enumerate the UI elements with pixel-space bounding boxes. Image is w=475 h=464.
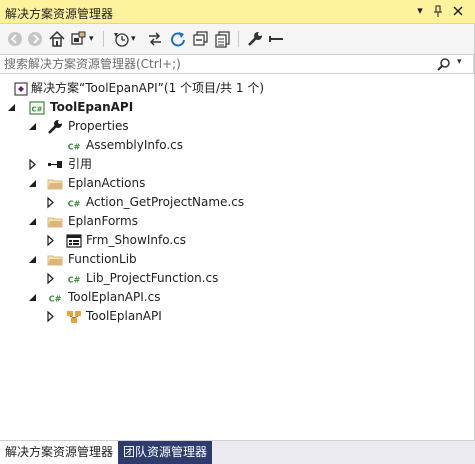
tree-item-label: EplanForms: [68, 214, 138, 228]
collapsed-arrow-icon[interactable]: [46, 269, 56, 288]
csharp-file-icon: C#: [66, 195, 82, 211]
svg-text:C#: C#: [68, 200, 81, 209]
svg-text:C#: C#: [31, 106, 42, 114]
tree-item-label: ToolEplanAPI.cs: [68, 290, 161, 304]
toolbar-separator: [238, 31, 239, 47]
title-bar: 解决方案资源管理器 ▾: [0, 0, 475, 24]
wrench-icon: [47, 119, 63, 135]
filter-dropdown-icon[interactable]: ▾: [131, 30, 141, 48]
class-icon: [66, 309, 82, 325]
csharp-file-icon: C#: [66, 138, 82, 154]
tree-item-label: 引用: [68, 157, 93, 171]
tree-item-label: FunctionLib: [68, 252, 137, 266]
toolbar-separator: [103, 31, 104, 47]
search-icon[interactable]: [437, 57, 451, 74]
switch-views-icon[interactable]: [70, 30, 88, 48]
refresh-icon[interactable]: [169, 30, 187, 48]
show-all-files-icon[interactable]: [214, 30, 232, 48]
expanded-arrow-icon[interactable]: [28, 288, 38, 307]
tree-item-label: 解决方案“ToolEpanAPI”(1 个项目/共 1 个): [31, 81, 265, 95]
tree-item-label: Frm_ShowInfo.cs: [86, 233, 186, 247]
form-icon: [66, 233, 82, 249]
solution-icon: [13, 81, 29, 97]
sync-with-document-icon[interactable]: [146, 30, 164, 48]
expanded-arrow-icon[interactable]: [28, 174, 38, 193]
references-icon: [47, 157, 63, 173]
pending-changes-filter-icon[interactable]: [112, 30, 130, 48]
csharp-file-icon: C#: [66, 271, 82, 287]
back-icon[interactable]: [6, 30, 24, 48]
tree-item-label: Properties: [68, 119, 129, 133]
preview-selected-items-icon[interactable]: [267, 30, 285, 48]
switch-views-dropdown-icon[interactable]: ▾: [89, 30, 99, 48]
collapsed-arrow-icon[interactable]: [46, 193, 56, 212]
close-icon[interactable]: [450, 3, 466, 19]
tab-solution-explorer[interactable]: 解决方案资源管理器: [0, 441, 120, 464]
search-input[interactable]: [4, 56, 424, 72]
svg-text:C#: C#: [49, 295, 62, 304]
search-options-dropdown-icon[interactable]: ▾: [457, 57, 462, 67]
csharp-file-icon: C#: [47, 290, 63, 306]
tree-item-label: AssemblyInfo.cs: [86, 138, 184, 152]
folder-icon: [47, 214, 63, 230]
home-icon[interactable]: [48, 30, 66, 48]
csharp-project-icon: C#: [29, 100, 45, 116]
properties-wrench-icon[interactable]: [246, 30, 264, 48]
collapse-all-icon[interactable]: [192, 30, 210, 48]
expanded-arrow-icon[interactable]: [28, 250, 38, 269]
toolbar: ▾ ▾: [0, 24, 475, 54]
tree-item-label: ToolEpanAPI: [50, 100, 134, 114]
tab-team-explorer[interactable]: 团队资源管理器: [118, 441, 213, 464]
forward-icon[interactable]: [26, 30, 44, 48]
collapsed-arrow-icon[interactable]: [28, 155, 38, 174]
svg-text:C#: C#: [68, 276, 81, 285]
folder-icon: [47, 252, 63, 268]
collapsed-arrow-icon[interactable]: [46, 307, 56, 326]
dropdown-icon[interactable]: ▾: [412, 3, 428, 19]
expanded-arrow-icon[interactable]: [7, 98, 17, 117]
bottom-tab-bar: 解决方案资源管理器 团队资源管理器: [0, 440, 475, 464]
expanded-arrow-icon[interactable]: [28, 117, 38, 136]
folder-icon: [47, 176, 63, 192]
svg-text:C#: C#: [68, 143, 81, 152]
pin-icon[interactable]: [430, 3, 446, 19]
tree-item-label: EplanActions: [68, 176, 146, 190]
search-box[interactable]: ▾: [0, 54, 474, 74]
collapsed-arrow-icon[interactable]: [46, 231, 56, 250]
tree-item-label: Lib_ProjectFunction.cs: [86, 271, 219, 285]
expanded-arrow-icon[interactable]: [28, 212, 38, 231]
tree-item-label: ToolEplanAPI: [86, 309, 162, 323]
tree-item-label: Action_GetProjectName.cs: [86, 195, 245, 209]
window-title: 解决方案资源管理器: [5, 7, 114, 21]
